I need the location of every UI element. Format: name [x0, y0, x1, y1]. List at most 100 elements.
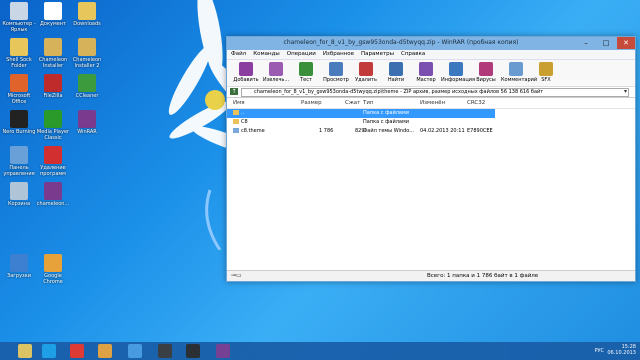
column-header[interactable]: Имя [233, 100, 245, 106]
close-button[interactable]: ✕ [617, 37, 635, 49]
desktop-icon[interactable]: Chameleon Installer [36, 38, 70, 69]
up-folder-button[interactable]: ↑ [230, 88, 238, 95]
desktop-icon[interactable]: Корзина [2, 182, 36, 207]
toolbar-button[interactable]: Найти [381, 60, 411, 86]
clock[interactable]: 15:28 06.10.2013 [607, 344, 636, 356]
toolbar-button[interactable]: Комментарий [501, 60, 537, 86]
column-header[interactable]: Сжат [345, 100, 360, 106]
menu-item[interactable]: Файл [231, 50, 246, 59]
desktop-icon[interactable]: Downloads [70, 2, 104, 27]
yandex-icon[interactable] [70, 344, 84, 358]
folder-icon [78, 38, 96, 56]
file-explorer-icon[interactable] [18, 344, 32, 358]
menu-item[interactable]: Параметры [361, 50, 394, 59]
toolbar-button[interactable]: Удалить [351, 60, 381, 86]
cell-name-text: C8 [241, 119, 248, 125]
desktop-icon[interactable]: Chameleon Installer 2 [70, 38, 104, 69]
path-bar: ↑ chameleon_for_8_v1_by_gsw953onda-d5twy… [227, 87, 635, 98]
minimize-button[interactable]: – [577, 37, 595, 49]
find-icon [389, 62, 403, 76]
menu-item[interactable]: Операции [287, 50, 316, 59]
menu-bar: Файл Команды Операции Избранное Параметры Спр… [227, 50, 635, 60]
menu-item[interactable]: Избранное [323, 50, 354, 59]
cell-name-text: c8.theme [241, 128, 265, 134]
toolbar: Добавить Извлечь... Тест Просмотр Удалить Най… [227, 60, 635, 87]
desktop-icon-label: Nero Burning [2, 129, 36, 135]
toolbar-button[interactable]: Вирусы [471, 60, 501, 86]
menu-item[interactable]: Справка [401, 50, 425, 59]
desktop-icon[interactable]: Документ [36, 2, 70, 27]
play-icon [44, 110, 62, 128]
video-recorder-icon[interactable] [158, 344, 172, 358]
theme-file-icon [233, 128, 239, 133]
desktop-icon-label: Microsoft Office [7, 93, 31, 105]
menu-item[interactable]: Команды [253, 50, 280, 59]
toolbar-button-label: Тест [300, 77, 312, 83]
toolbar-button-label: Вирусы [476, 77, 496, 83]
title-bar[interactable]: chameleon_for_8_v1_by_gsw953onda-d5twyqq… [227, 37, 635, 50]
column-header[interactable]: Изменён [420, 100, 445, 106]
test-icon [299, 62, 313, 76]
cell-name-text: .. [241, 110, 245, 116]
maximize-button[interactable]: □ [597, 37, 615, 49]
toolbar-button-label: Информация [441, 77, 476, 83]
desktop-icon-label: Google Chrome [43, 273, 63, 285]
toolbar-button[interactable]: Просмотр [321, 60, 351, 86]
desktop-icon[interactable]: Microsoft Office [2, 74, 36, 105]
toolbar-button[interactable]: Извлечь... [261, 60, 291, 86]
skype-icon[interactable] [42, 344, 56, 358]
table-row[interactable]: C8 Папка с файлами [227, 118, 635, 127]
folder-icon [10, 38, 28, 56]
chrome-icon[interactable] [98, 344, 112, 358]
table-row[interactable]: .. Папка с файлами [227, 109, 495, 118]
desktop-icon[interactable]: Google Chrome [36, 254, 70, 285]
desktop-icon[interactable]: FileZilla [36, 74, 70, 99]
toolbar-button[interactable]: Добавить [231, 60, 261, 86]
column-header[interactable]: Размер [301, 100, 322, 106]
column-header[interactable]: CRC32 [467, 100, 485, 106]
key-icon[interactable]: ⊸▭ [231, 272, 242, 279]
desktop-icon-label: Media Player Classic [36, 129, 70, 141]
clock-date: 06.10.2013 [607, 350, 636, 356]
desktop-icon[interactable]: Shell Sock Folder [2, 38, 36, 69]
extract-icon [269, 62, 283, 76]
toolbar-button-label: Мастер [416, 77, 436, 83]
file-list-header: Имя Размер Сжат Тип Изменён CRC32 [227, 98, 635, 109]
toolbar-button[interactable]: SFX [531, 60, 561, 86]
path-field[interactable]: chameleon_for_8_v1_by_gsw953onda-d5twyqq… [241, 88, 629, 97]
status-text: Всего: 1 папка и 1 786 байт в 1 файле [427, 273, 539, 279]
table-row[interactable]: c8.theme 1 786 829 Файл темы Windo... 04.02.… [227, 127, 635, 136]
desktop-icon[interactable]: CCleaner [70, 74, 104, 99]
desktop-icon[interactable]: WinRAR [70, 110, 104, 135]
desktop-icon[interactable]: Удаление программ [36, 146, 70, 177]
desktop-icon-label: Удаление программ [40, 165, 66, 177]
desktop-icon[interactable]: Панель управления [2, 146, 36, 177]
winrar-icon[interactable] [216, 344, 230, 358]
column-header[interactable]: Тип [363, 100, 374, 106]
recycle-bin-icon [10, 182, 28, 200]
windows-icon[interactable] [128, 344, 142, 358]
nero-icon [10, 110, 28, 128]
winrar-window[interactable]: chameleon_for_8_v1_by_gsw953onda-d5twyqq… [226, 36, 636, 282]
ccleaner-icon [78, 74, 96, 92]
sfx-icon [539, 62, 553, 76]
language-indicator[interactable]: РУС [594, 348, 604, 354]
desktop-icon-label: Компьютер - Ярлык [2, 21, 36, 33]
cell-crc: E7890CEE [467, 128, 493, 134]
toolbar-button[interactable]: Мастер [411, 60, 441, 86]
desktop-icon[interactable]: Nero Burning [2, 110, 36, 135]
toolbar-button[interactable]: Информация [441, 60, 476, 86]
document-icon [44, 2, 62, 20]
desktop-icon-label: Загрузки [7, 273, 31, 279]
desktop-icon[interactable]: Загрузки [2, 254, 36, 279]
desktop-icon[interactable]: Media Player Classic [36, 110, 70, 141]
desktop-icon[interactable]: chameleon... [36, 182, 70, 207]
delete-icon [359, 62, 373, 76]
desktop-icon-label: Панель управления [3, 165, 35, 177]
chevron-down-icon[interactable]: ▾ [624, 88, 627, 95]
cell-type: Папка с файлами [363, 119, 409, 125]
desktop-icon[interactable]: Компьютер - Ярлык [2, 2, 36, 33]
terminal-icon[interactable] [186, 344, 200, 358]
toolbar-button[interactable]: Тест [291, 60, 321, 86]
desktop-icon-label: FileZilla [43, 93, 63, 99]
